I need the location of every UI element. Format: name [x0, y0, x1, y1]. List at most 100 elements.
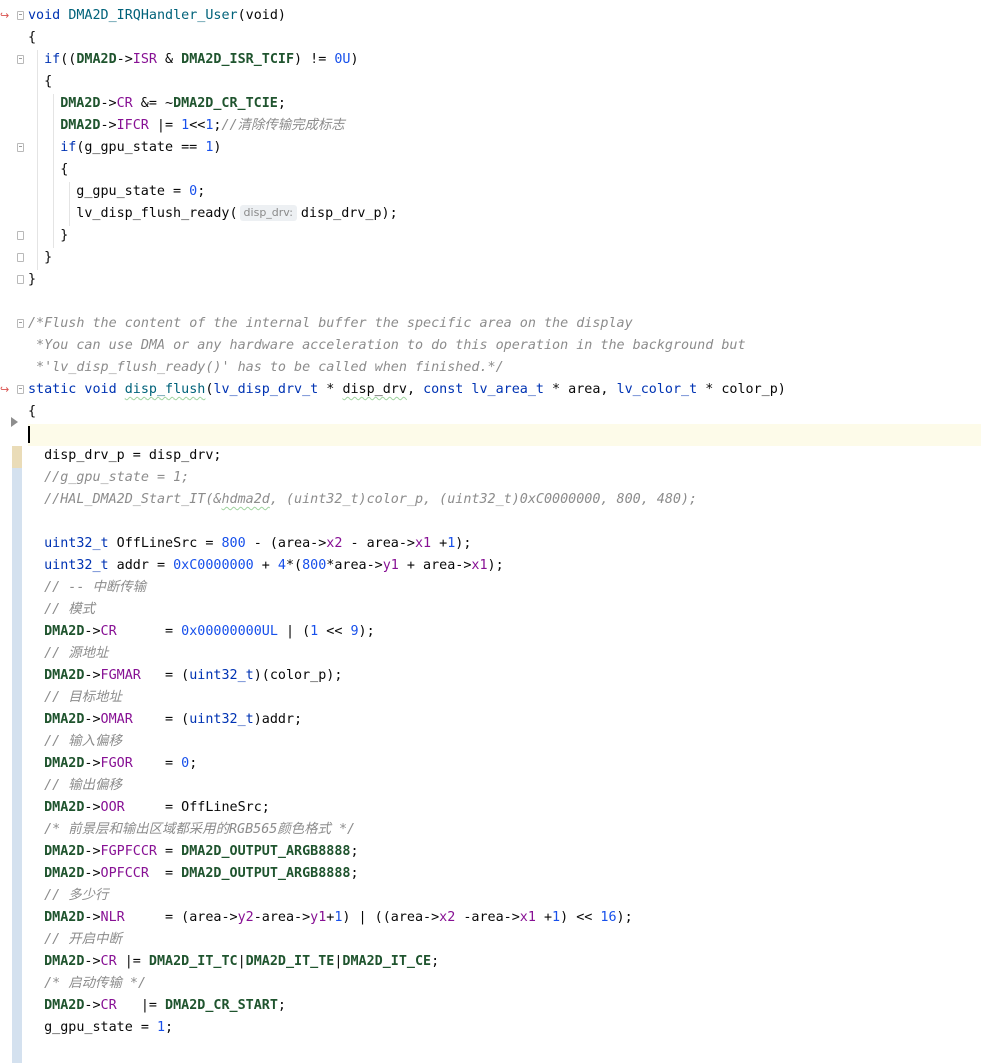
- code-token: (g_gpu_state ==: [76, 140, 206, 155]
- code-line[interactable]: *You can use DMA or any hardware acceler…: [28, 335, 745, 357]
- code-line[interactable]: // 目标地址: [44, 687, 122, 709]
- vcs-change-marker[interactable]: [12, 446, 22, 1063]
- code-line[interactable]: }: [60, 225, 68, 247]
- code-line[interactable]: g_gpu_state = 0;: [76, 181, 205, 203]
- code-token: ->: [84, 668, 101, 683]
- fold-marker-icon[interactable]: [17, 231, 24, 240]
- code-line[interactable]: uint32_t addr = 0xC0000000 + 4*(800*area…: [44, 555, 504, 577]
- code-token: )(color_p);: [253, 668, 343, 683]
- code-line[interactable]: //HAL_DMA2D_Start_IT(&hdma2d, (uint32_t)…: [44, 489, 697, 511]
- code-line[interactable]: DMA2D->CR |= DMA2D_IT_TC|DMA2D_IT_TE|DMA…: [44, 951, 439, 973]
- code-token: - (area->: [245, 536, 327, 551]
- code-token: |=: [116, 954, 149, 969]
- code-line[interactable]: {: [28, 27, 36, 49]
- code-token: OMAR: [100, 712, 133, 727]
- code-line[interactable]: DMA2D->OPFCCR = DMA2D_OUTPUT_ARGB8888;: [44, 863, 358, 885]
- fold-marker-icon[interactable]: [17, 275, 24, 284]
- code-token: ;: [189, 756, 198, 771]
- code-token: )addr;: [253, 712, 303, 727]
- run-gutter-icon[interactable]: ↪: [0, 10, 9, 22]
- code-line[interactable]: // 多少行: [44, 885, 108, 907]
- code-line[interactable]: {: [60, 159, 68, 181]
- fold-marker-icon[interactable]: [17, 55, 24, 64]
- indent-guide: [53, 94, 54, 248]
- code-line[interactable]: DMA2D->NLR = (area->y2-area->y1+1) | ((a…: [44, 907, 633, 929]
- code-line[interactable]: DMA2D->CR = 0x00000000UL | (1 << 9);: [44, 621, 375, 643]
- code-token: void: [28, 8, 61, 23]
- code-line[interactable]: {: [44, 71, 52, 93]
- code-line[interactable]: /* 前景层和输出区域都采用的RGB565颜色格式 */: [44, 819, 355, 841]
- code-line[interactable]: //g_gpu_state = 1;: [44, 467, 189, 489]
- code-token: ) !=: [294, 52, 335, 67]
- code-line[interactable]: void DMA2D_IRQHandler_User(void): [28, 5, 286, 27]
- code-line[interactable]: uint32_t OffLineSrc = 800 - (area->x2 - …: [44, 533, 471, 555]
- code-token: uint32_t: [44, 536, 109, 551]
- code-line[interactable]: // -- 中断传输: [44, 577, 146, 599]
- code-token: DMA2D_CR_START: [165, 998, 278, 1013]
- code-line[interactable]: static void disp_flush(lv_disp_drv_t * d…: [28, 379, 786, 401]
- vcs-change-marker-modified[interactable]: [12, 446, 22, 468]
- code-token: 1: [310, 624, 319, 639]
- code-token: // 模式: [44, 602, 96, 617]
- code-line[interactable]: // 开启中断: [44, 929, 122, 951]
- code-token: y1: [382, 558, 399, 573]
- code-token: // 目标地址: [44, 690, 122, 705]
- code-line[interactable]: /* 启动传输 */: [44, 973, 146, 995]
- code-line[interactable]: /*Flush the content of the internal buff…: [28, 313, 633, 335]
- fold-marker-icon[interactable]: [17, 143, 24, 152]
- run-gutter-icon[interactable]: ↪: [0, 384, 9, 396]
- code-token: disp_drv_p = disp_drv;: [44, 448, 222, 463]
- code-line[interactable]: }: [44, 247, 52, 269]
- code-token: DMA2D_IRQHandler_User: [68, 8, 238, 23]
- code-line[interactable]: DMA2D->OMAR = (uint32_t)addr;: [44, 709, 302, 731]
- code-token: }: [60, 228, 69, 243]
- code-token: FGOR: [100, 756, 133, 771]
- code-line[interactable]: }: [28, 269, 36, 291]
- code-line[interactable]: // 源地址: [44, 643, 108, 665]
- code-line[interactable]: if((DMA2D->ISR & DMA2D_ISR_TCIF) != 0U): [44, 49, 358, 71]
- code-line[interactable]: // 输入偏移: [44, 731, 122, 753]
- code-token: );: [455, 536, 472, 551]
- code-line[interactable]: DMA2D->CR &= ~DMA2D_CR_TCIE;: [60, 93, 286, 115]
- code-token: }: [28, 272, 37, 287]
- code-line[interactable]: // 输出偏移: [44, 775, 122, 797]
- code-line[interactable]: DMA2D->FGPFCCR = DMA2D_OUTPUT_ARGB8888;: [44, 841, 358, 863]
- code-line[interactable]: g_gpu_state = 1;: [44, 1017, 173, 1039]
- code-line[interactable]: {: [28, 401, 36, 423]
- code-line[interactable]: lv_disp_flush_ready(disp_drv: disp_drv_p)…: [76, 203, 398, 225]
- code-token: 800: [221, 536, 246, 551]
- code-token: ) <<: [560, 910, 601, 925]
- code-line[interactable]: disp_drv_p = disp_drv;: [44, 445, 221, 467]
- fold-marker-icon[interactable]: [17, 319, 24, 328]
- code-line[interactable]: DMA2D->IFCR |= 1<<1;//清除传输完成标志: [60, 115, 345, 137]
- code-token: |: [237, 954, 246, 969]
- code-line[interactable]: if(g_gpu_state == 1): [60, 137, 221, 159]
- code-token: DMA2D: [44, 756, 85, 771]
- code-token: CR: [116, 96, 133, 111]
- code-token: y2: [237, 910, 254, 925]
- fold-marker-icon[interactable]: [17, 253, 24, 262]
- code-line[interactable]: DMA2D->OOR = OffLineSrc;: [44, 797, 270, 819]
- code-token: ): [350, 52, 359, 67]
- code-token: + area->: [398, 558, 472, 573]
- code-token: 9: [350, 624, 359, 639]
- fold-marker-icon[interactable]: [17, 385, 24, 394]
- code-token: ->: [84, 844, 101, 859]
- code-token: &: [156, 52, 182, 67]
- code-line[interactable]: *'lv_disp_flush_ready()' has to be calle…: [28, 357, 504, 379]
- code-token: g_gpu_state =: [44, 1020, 157, 1035]
- code-token: disp_drv: [342, 382, 407, 397]
- fold-marker-icon[interactable]: [17, 11, 24, 20]
- code-token: +: [253, 558, 278, 573]
- code-line[interactable]: DMA2D->FGMAR = (uint32_t)(color_p);: [44, 665, 342, 687]
- code-line[interactable]: DMA2D->CR |= DMA2D_CR_START;: [44, 995, 286, 1017]
- code-line[interactable]: DMA2D->FGOR = 0;: [44, 753, 197, 775]
- code-token: DMA2D: [44, 844, 85, 859]
- code-line[interactable]: // 模式: [44, 599, 95, 621]
- code-token: x1: [519, 910, 536, 925]
- code-token: DMA2D: [44, 800, 85, 815]
- code-token: =: [148, 866, 182, 881]
- code-token: // 输入偏移: [44, 734, 122, 749]
- code-token: 0x00000000UL: [181, 624, 278, 639]
- code-token: DMA2D: [60, 96, 101, 111]
